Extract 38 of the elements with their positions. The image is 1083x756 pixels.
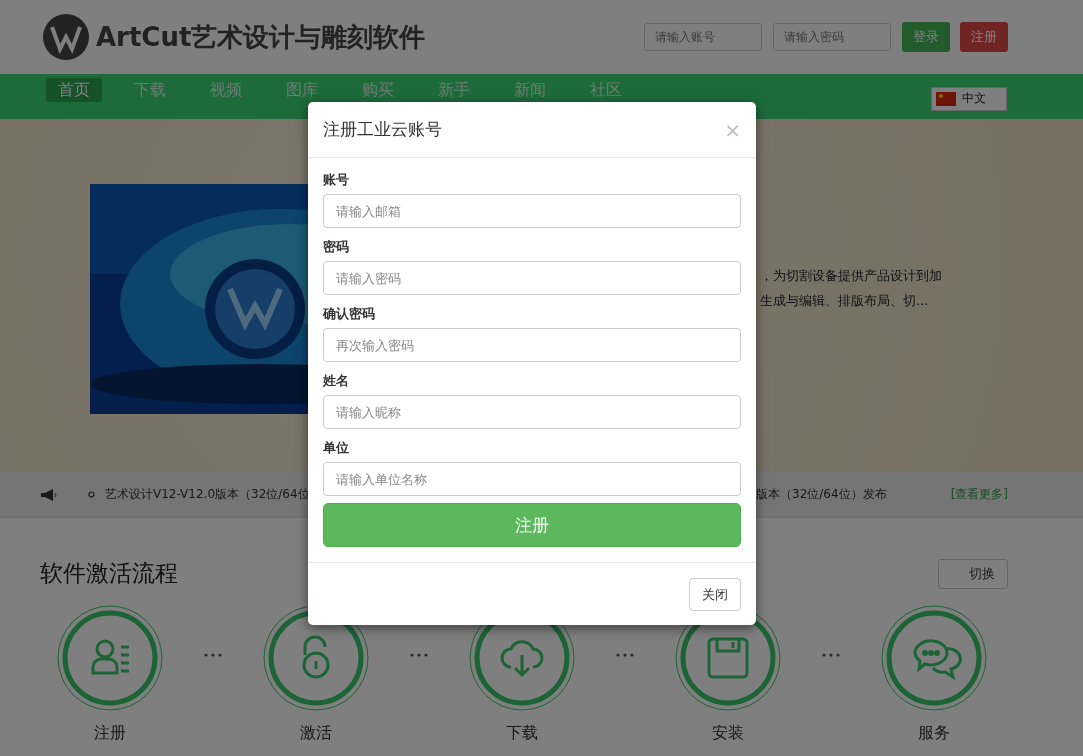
notice-text[interactable]: 版本（32位/64位）发布 xyxy=(756,486,887,503)
input-field[interactable]: 请输入昵称 xyxy=(323,395,741,429)
field-label: 账号 xyxy=(323,172,350,188)
login-button[interactable]: 登录 xyxy=(902,22,950,52)
dialog-title: 注册工业云账号 xyxy=(323,118,442,141)
more-link[interactable]: [查看更多] xyxy=(950,486,1008,503)
input-field[interactable]: 请输入单位名称 xyxy=(323,462,741,496)
submit-button[interactable]: 注册 xyxy=(323,503,741,547)
description-text: 生成与编辑、排版布局、切... xyxy=(760,292,930,310)
switch-button[interactable]: 切换 xyxy=(938,558,1008,589)
password-field[interactable]: 请输入密码 xyxy=(773,23,891,51)
nav-item[interactable]: 新闻 xyxy=(502,78,558,102)
nav-item[interactable]: 下载 xyxy=(122,78,178,102)
field-label: 单位 xyxy=(323,440,350,456)
account-field[interactable]: 请输入账号 xyxy=(644,23,762,51)
nav-item[interactable]: 视频 xyxy=(198,78,254,102)
input-field[interactable]: 请输入密码 xyxy=(323,261,741,295)
field-label: 确认密码 xyxy=(323,306,376,322)
nav-item[interactable]: 购买 xyxy=(350,78,406,102)
nav-item[interactable]: 图库 xyxy=(274,78,330,102)
step-label: 下载 xyxy=(506,723,538,744)
field-label: 密码 xyxy=(323,239,350,255)
language-selector[interactable]: 中文 xyxy=(931,86,1007,111)
description-text: ，为切割设备提供产品设计到加 xyxy=(760,267,942,285)
field-label: 姓名 xyxy=(323,373,350,389)
step-label: 激活 xyxy=(300,723,332,744)
nav-item[interactable]: 首页 xyxy=(46,78,102,102)
step-label: 服务 xyxy=(918,723,950,744)
step-label: 注册 xyxy=(94,723,126,744)
logo-text: ArtCut艺术设计与雕刻软件 xyxy=(96,20,426,54)
section-title: 软件激活流程 xyxy=(40,559,178,588)
input-field[interactable]: 再次输入密码 xyxy=(323,328,741,362)
close-button[interactable]: 关闭 xyxy=(689,578,741,611)
input-field[interactable]: 请输入邮箱 xyxy=(323,194,741,228)
step-label: 安装 xyxy=(712,723,744,744)
register-button[interactable]: 注册 xyxy=(960,22,1008,52)
nav-item[interactable]: 新手 xyxy=(426,78,482,102)
nav-item[interactable]: 社区 xyxy=(578,78,634,102)
